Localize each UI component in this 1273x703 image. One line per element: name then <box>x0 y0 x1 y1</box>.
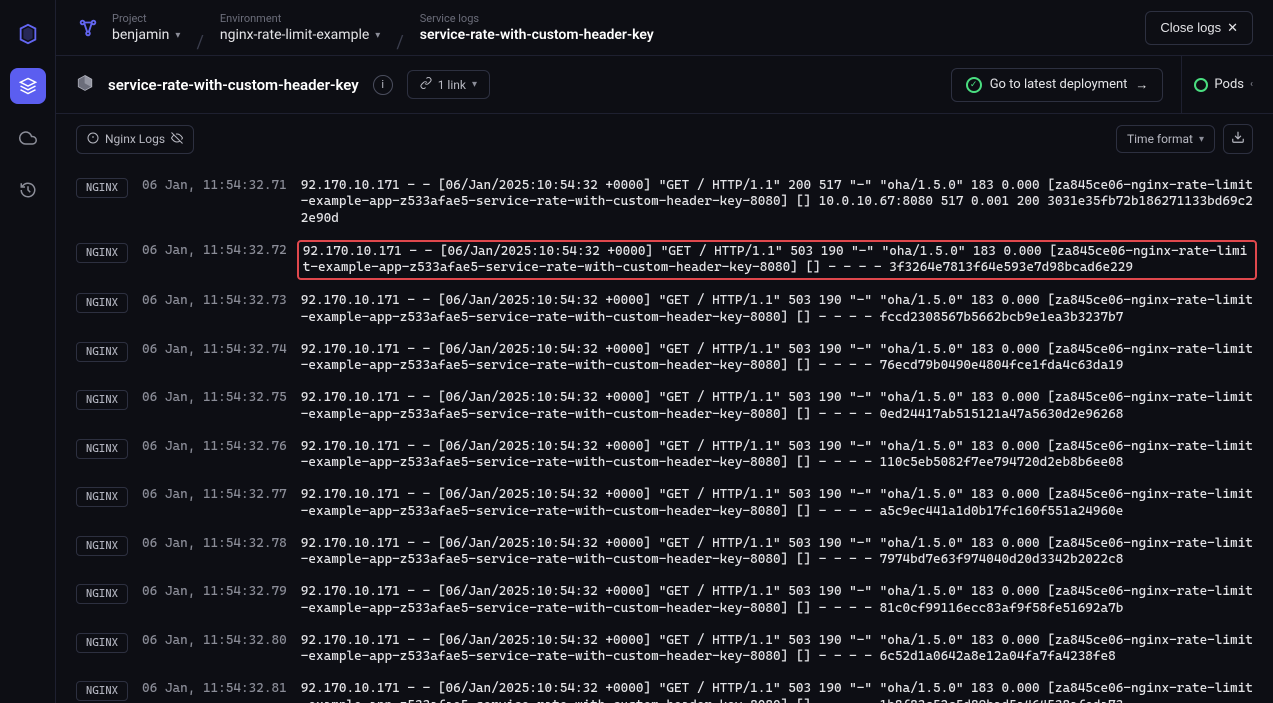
layers-nav-icon[interactable] <box>10 68 46 104</box>
info-icon <box>87 132 99 147</box>
log-message: 92.170.10.171 - - [06/Jan/2025:10:54:32 … <box>301 633 1253 666</box>
nginx-logs-filter[interactable]: Nginx Logs <box>76 125 194 154</box>
log-timestamp: 06 Jan, 11:54:32.76 <box>142 439 287 455</box>
log-row[interactable]: NGINX 06 Jan, 11:54:32.76 92.170.10.171 - … <box>76 433 1253 482</box>
main-content: Project benjamin ▾ / Environment nginx-r… <box>56 0 1273 703</box>
log-timestamp: 06 Jan, 11:54:32.75 <box>142 390 287 406</box>
log-message: 92.170.10.171 - - [06/Jan/2025:10:54:32 … <box>301 293 1253 326</box>
log-timestamp: 06 Jan, 11:54:32.78 <box>142 536 287 552</box>
log-source-badge: NGINX <box>76 293 128 313</box>
log-row[interactable]: NGINX06 Jan, 11:54:32.7292.170.10.171 - … <box>76 237 1253 288</box>
service-value: service-rate-with-custom-header-key <box>420 27 654 43</box>
log-source-badge: NGINX <box>76 243 128 263</box>
chevron-down-icon: ▾ <box>472 79 477 90</box>
log-timestamp: 06 Jan, 11:54:32.79 <box>142 584 287 600</box>
log-source-badge: NGINX <box>76 487 128 507</box>
close-icon: ✕ <box>1227 20 1238 36</box>
brand-logo-icon[interactable] <box>10 16 46 52</box>
log-message: 92.170.10.171 - - [06/Jan/2025:10:54:32 … <box>301 536 1253 569</box>
log-source-badge: NGINX <box>76 536 128 556</box>
time-format-select[interactable]: Time format ▾ <box>1116 125 1215 153</box>
environment-crumb[interactable]: Environment nginx-rate-limit-example ▾ <box>220 12 380 43</box>
link-pill[interactable]: 1 link ▾ <box>407 70 490 99</box>
log-source-badge: NGINX <box>76 633 128 653</box>
log-source-badge: NGINX <box>76 681 128 701</box>
log-message: 92.170.10.171 - - [06/Jan/2025:10:54:32 … <box>301 584 1253 617</box>
crumb-separator: / <box>392 32 407 55</box>
success-check-icon: ✓ <box>966 77 982 93</box>
pods-label: Pods <box>1214 77 1244 92</box>
service-crumb: Service logs service-rate-with-custom-he… <box>420 12 654 43</box>
log-timestamp: 06 Jan, 11:54:32.74 <box>142 342 287 358</box>
log-row[interactable]: NGINX 06 Jan, 11:54:32.75 92.170.10.171 - … <box>76 384 1253 433</box>
log-source-badge: NGINX <box>76 342 128 362</box>
logs-list: NGINX 06 Jan, 11:54:32.71 92.170.10.171 - … <box>56 164 1273 703</box>
project-crumb[interactable]: Project benjamin ▾ <box>112 12 180 43</box>
download-icon <box>1231 130 1245 148</box>
pods-indicator[interactable]: Pods ‹ <box>1181 56 1253 113</box>
time-format-label: Time format <box>1127 132 1193 146</box>
project-value: benjamin <box>112 27 169 43</box>
status-dot-icon <box>1194 78 1208 92</box>
close-logs-label: Close logs <box>1160 20 1221 35</box>
close-logs-button[interactable]: Close logs ✕ <box>1145 11 1253 45</box>
log-row[interactable]: NGINX 06 Jan, 11:54:32.79 92.170.10.171 - … <box>76 578 1253 627</box>
log-message: 92.170.10.171 - - [06/Jan/2025:10:54:32 … <box>301 487 1253 520</box>
log-row[interactable]: NGINX 06 Jan, 11:54:32.81 92.170.10.171 - … <box>76 675 1253 703</box>
log-row[interactable]: NGINX 06 Jan, 11:54:32.80 92.170.10.171 - … <box>76 627 1253 676</box>
chevron-down-icon: ▾ <box>375 30 380 41</box>
go-to-deployment-button[interactable]: ✓ Go to latest deployment → <box>951 68 1164 102</box>
download-button[interactable] <box>1223 124 1253 154</box>
log-row[interactable]: NGINX 06 Jan, 11:54:32.71 92.170.10.171 - … <box>76 172 1253 237</box>
logs-toolbar: Nginx Logs Time format ▾ <box>56 114 1273 164</box>
log-row[interactable]: NGINX 06 Jan, 11:54:32.74 92.170.10.171 - … <box>76 336 1253 385</box>
service-header: service-rate-with-custom-header-key i 1 … <box>56 56 1273 114</box>
history-nav-icon[interactable] <box>10 172 46 208</box>
log-timestamp: 06 Jan, 11:54:32.72 <box>142 243 287 259</box>
log-message: 92.170.10.171 - - [06/Jan/2025:10:54:32 … <box>301 342 1253 375</box>
chevron-down-icon: ▾ <box>175 30 180 41</box>
log-message: 92.170.10.171 - - [06/Jan/2025:10:54:32 … <box>297 240 1257 281</box>
log-row[interactable]: NGINX 06 Jan, 11:54:32.73 92.170.10.171 - … <box>76 287 1253 336</box>
link-count-label: 1 link <box>438 78 466 92</box>
info-icon[interactable]: i <box>373 75 393 95</box>
side-rail <box>0 0 56 703</box>
cloud-nav-icon[interactable] <box>10 120 46 156</box>
log-row[interactable]: NGINX 06 Jan, 11:54:32.77 92.170.10.171 - … <box>76 481 1253 530</box>
chevron-left-icon: ‹ <box>1250 79 1253 90</box>
log-timestamp: 06 Jan, 11:54:32.81 <box>142 681 287 697</box>
log-message: 92.170.10.171 - - [06/Jan/2025:10:54:32 … <box>301 439 1253 472</box>
log-source-badge: NGINX <box>76 390 128 410</box>
environment-label: Environment <box>220 12 380 25</box>
service-name: service-rate-with-custom-header-key <box>108 76 359 94</box>
log-timestamp: 06 Jan, 11:54:32.77 <box>142 487 287 503</box>
log-message: 92.170.10.171 - - [06/Jan/2025:10:54:32 … <box>301 390 1253 423</box>
log-source-badge: NGINX <box>76 584 128 604</box>
project-label: Project <box>112 12 180 25</box>
log-row[interactable]: NGINX 06 Jan, 11:54:32.78 92.170.10.171 - … <box>76 530 1253 579</box>
log-timestamp: 06 Jan, 11:54:32.71 <box>142 178 287 194</box>
arrow-right-icon: → <box>1135 77 1148 93</box>
cluster-icon[interactable] <box>76 16 100 40</box>
eye-off-icon <box>171 132 183 147</box>
log-message: 92.170.10.171 - - [06/Jan/2025:10:54:32 … <box>301 178 1253 227</box>
nginx-logs-label: Nginx Logs <box>105 132 165 146</box>
crumb-separator: / <box>192 32 207 55</box>
log-timestamp: 06 Jan, 11:54:32.80 <box>142 633 287 649</box>
environment-value: nginx-rate-limit-example <box>220 27 369 43</box>
chevron-down-icon: ▾ <box>1199 134 1204 145</box>
service-label: Service logs <box>420 12 654 25</box>
log-message: 92.170.10.171 - - [06/Jan/2025:10:54:32 … <box>301 681 1253 703</box>
cube-icon <box>76 74 94 96</box>
log-timestamp: 06 Jan, 11:54:32.73 <box>142 293 287 309</box>
deploy-label: Go to latest deployment <box>990 77 1128 92</box>
log-source-badge: NGINX <box>76 178 128 198</box>
breadcrumb-bar: Project benjamin ▾ / Environment nginx-r… <box>56 0 1273 56</box>
log-source-badge: NGINX <box>76 439 128 459</box>
link-icon <box>420 77 432 92</box>
